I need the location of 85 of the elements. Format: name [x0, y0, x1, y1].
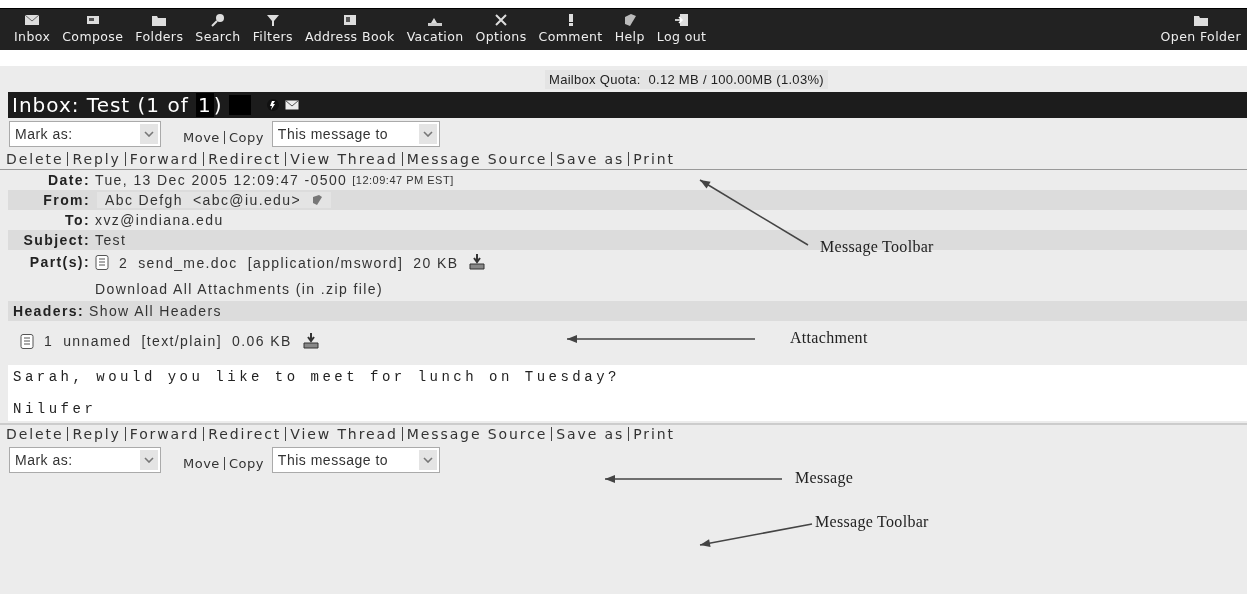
- toolbar-link[interactable]: Redirect: [203, 152, 286, 166]
- copy-link[interactable]: Copy: [228, 455, 264, 471]
- toolbar-link[interactable]: View Thread: [285, 152, 402, 166]
- mark-as-dropdown[interactable]: Mark as:: [9, 447, 161, 473]
- toolbar-link[interactable]: Reply: [67, 427, 125, 441]
- sender-email[interactable]: <abc@iu.edu>: [193, 192, 302, 208]
- funnel-icon: [264, 13, 281, 27]
- toolbar-link[interactable]: Print: [628, 427, 679, 441]
- message-title: Inbox: Test (1 of 1): [12, 93, 223, 117]
- mailbox-quota: Mailbox Quota: 0.12 MB / 100.00MB (1.03%): [545, 69, 828, 89]
- annotation-label: Message Toolbar: [815, 513, 929, 531]
- date-value: Tue, 13 Dec 2005 12:09:47 -0500: [95, 172, 348, 188]
- nav-link[interactable]: Address Book: [298, 13, 401, 44]
- toolbar-link[interactable]: Message Source: [401, 152, 552, 166]
- toolbar-link[interactable]: Save as: [551, 152, 629, 166]
- download-icon[interactable]: [301, 332, 320, 350]
- exclamation-icon: [568, 14, 573, 26]
- field-label: Date:: [47, 172, 90, 188]
- document-icon: [95, 254, 109, 271]
- logout-icon: [673, 13, 690, 27]
- recipient: xvz@indiana.edu: [95, 212, 224, 228]
- nav-link[interactable]: Filters: [246, 13, 299, 44]
- nav-link[interactable]: Folders: [129, 13, 190, 44]
- mime-type: [application/msword]: [247, 254, 404, 271]
- toolbar-link[interactable]: Forward: [124, 152, 204, 166]
- chevron-down-icon: [422, 131, 433, 137]
- toolbar-link[interactable]: Delete: [6, 152, 68, 166]
- annotation-label: Message Toolbar: [820, 238, 934, 256]
- toolbar-link[interactable]: Forward: [124, 427, 204, 441]
- chevron-down-icon: [422, 457, 433, 463]
- envelope-icon: [284, 100, 299, 110]
- download-icon[interactable]: [468, 254, 487, 271]
- part-number: 1: [44, 333, 54, 349]
- search-icon: [210, 13, 226, 27]
- nav-link[interactable]: Inbox: [8, 13, 57, 44]
- attachment-name[interactable]: send_me.doc: [138, 254, 238, 271]
- message-line: Nilufer: [13, 401, 98, 417]
- field-label: Subject:: [22, 232, 90, 248]
- target-dropdown[interactable]: This message to: [271, 447, 440, 473]
- nav-link[interactable]: Search: [189, 13, 247, 44]
- nav-link[interactable]: Vacation: [400, 13, 470, 44]
- field-label: To:: [64, 212, 90, 228]
- file-size: 20 KB: [413, 254, 459, 271]
- field-label: Headers:: [11, 303, 84, 319]
- redaction-block: [228, 95, 251, 115]
- card-icon: [84, 13, 101, 27]
- chevron-down-icon: [144, 131, 154, 137]
- nav-link[interactable]: Open Folder: [1154, 13, 1247, 44]
- subject-value: Test: [95, 232, 127, 248]
- nav-link[interactable]: Log out: [650, 13, 713, 44]
- toolbar-link[interactable]: Reply: [67, 152, 125, 166]
- nav-link[interactable]: Options: [469, 13, 533, 44]
- toolbar-link[interactable]: Message Source: [401, 427, 552, 441]
- show-headers-link[interactable]: Show All Headers: [89, 303, 222, 319]
- local-time: [12:09:47 PM EST]: [352, 174, 454, 186]
- annotation-label: Attachment: [790, 329, 868, 347]
- document-icon: [20, 332, 34, 350]
- chevron-down-icon: [144, 457, 154, 463]
- nav-link[interactable]: Help: [608, 13, 651, 44]
- sender-name[interactable]: Abc Defgh: [105, 192, 183, 208]
- folder-icon: [151, 13, 168, 27]
- folder-icon: [1192, 13, 1209, 27]
- copy-link[interactable]: Copy: [228, 129, 264, 145]
- envelope-icon: [24, 13, 41, 27]
- move-link[interactable]: Move: [183, 455, 220, 471]
- mark-as-dropdown[interactable]: Mark as:: [9, 121, 161, 147]
- toolbar-link[interactable]: Redirect: [203, 427, 286, 441]
- toolbar-link[interactable]: Save as: [551, 427, 629, 441]
- field-label: Part(s):: [28, 254, 90, 270]
- nav-link[interactable]: Compose: [56, 13, 130, 44]
- address-card-icon: [341, 13, 358, 27]
- part-number: 2: [119, 254, 129, 271]
- toolbar-link[interactable]: Delete: [6, 427, 68, 441]
- mime-type: [text/plain]: [141, 333, 222, 349]
- part-name[interactable]: unnamed: [63, 333, 132, 349]
- download-all-link[interactable]: Download All Attachments (in .zip file): [95, 281, 384, 297]
- annotation-label: Message: [795, 469, 854, 487]
- field-label: From:: [42, 192, 90, 208]
- nav-link[interactable]: Comment: [532, 13, 609, 44]
- message-line: Sarah, would you like to meet for lunch on Tuesday?: [13, 369, 621, 385]
- move-link[interactable]: Move: [183, 129, 220, 145]
- target-dropdown[interactable]: This message to: [271, 121, 440, 147]
- toolbar-link[interactable]: Print: [628, 152, 679, 166]
- toolbar-link[interactable]: View Thread: [285, 427, 402, 441]
- file-size: 0.06 KB: [232, 333, 292, 349]
